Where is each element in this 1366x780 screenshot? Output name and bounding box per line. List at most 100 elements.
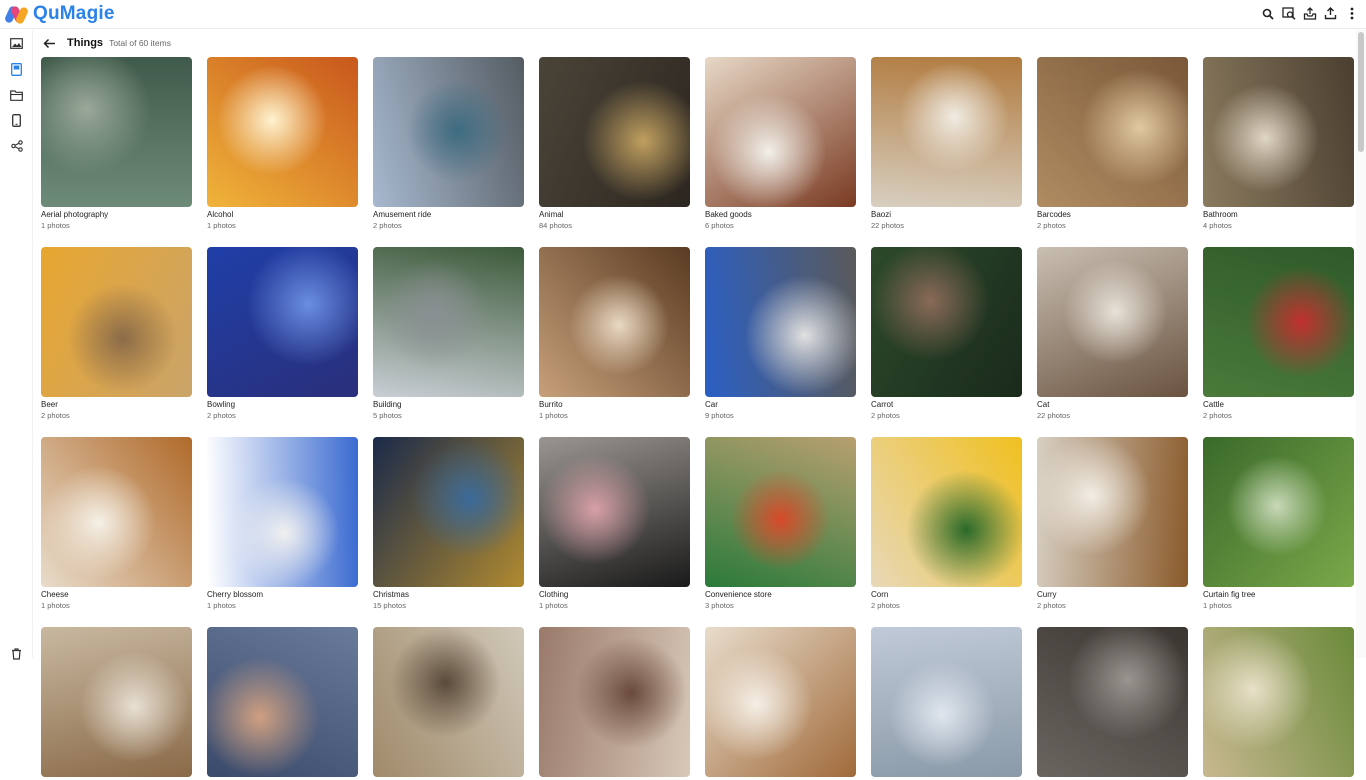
thing-thumbnail[interactable] — [705, 247, 856, 397]
thing-label: Clothing — [539, 590, 569, 599]
thing-tile[interactable]: Cattle 2 photos — [1203, 247, 1354, 420]
thing-tile[interactable]: Curtain fig tree 1 photos — [1203, 437, 1354, 610]
photo-count: 1 photos — [41, 221, 70, 230]
app-logo[interactable]: QuMagie — [3, 3, 115, 25]
thing-thumbnail[interactable] — [373, 437, 524, 587]
photo-count: 2 photos — [207, 411, 236, 420]
share-icon[interactable] — [9, 138, 24, 153]
thing-tile[interactable]: Alcohol 1 photos — [207, 57, 358, 230]
thing-thumbnail[interactable] — [207, 57, 358, 207]
search-icon[interactable] — [1259, 5, 1276, 22]
thing-tile[interactable]: Cheese 1 photos — [41, 437, 192, 610]
thing-label: Bathroom — [1203, 210, 1238, 219]
photo-count: 84 photos — [539, 221, 572, 230]
thing-thumbnail[interactable] — [1203, 437, 1354, 587]
thing-thumbnail[interactable] — [1037, 57, 1188, 207]
back-arrow-icon[interactable] — [41, 35, 57, 51]
photo-count: 5 photos — [373, 411, 402, 420]
image-search-icon[interactable] — [1280, 5, 1297, 22]
thing-thumbnail[interactable] — [373, 247, 524, 397]
albums-icon[interactable] — [9, 62, 24, 77]
thing-thumbnail[interactable] — [1037, 247, 1188, 397]
thing-tile[interactable]: Carrot 2 photos — [871, 247, 1022, 420]
thing-tile[interactable]: Cat 22 photos — [1037, 247, 1188, 420]
thing-tile[interactable]: Amusement ride 2 photos — [373, 57, 524, 230]
thing-tile[interactable]: Barcodes 2 photos — [1037, 57, 1188, 230]
thing-thumbnail[interactable] — [207, 627, 358, 777]
thing-thumbnail[interactable] — [1037, 627, 1188, 777]
thing-thumbnail[interactable] — [373, 57, 524, 207]
photo-count: 1 photos — [41, 601, 70, 610]
thing-tile[interactable]: Beer 2 photos — [41, 247, 192, 420]
photo-count: 1 photos — [207, 221, 236, 230]
photos-icon[interactable] — [9, 36, 24, 51]
thing-thumbnail[interactable] — [539, 57, 690, 207]
thing-tile[interactable] — [705, 627, 856, 780]
page-header: Things Total of 60 items — [41, 34, 171, 52]
thing-tile[interactable]: Aerial photography 1 photos — [41, 57, 192, 230]
thing-thumbnail[interactable] — [41, 247, 192, 397]
mobile-icon[interactable] — [9, 113, 24, 128]
thing-thumbnail[interactable] — [41, 437, 192, 587]
thing-thumbnail[interactable] — [1203, 247, 1354, 397]
photo-count: 3 photos — [705, 601, 734, 610]
thing-tile[interactable]: Convenience store 3 photos — [705, 437, 856, 610]
thing-thumbnail[interactable] — [207, 437, 358, 587]
thing-thumbnail[interactable] — [705, 437, 856, 587]
thing-label: Building — [373, 400, 402, 409]
thing-tile[interactable] — [1203, 627, 1354, 780]
thing-label: Convenience store — [705, 590, 772, 599]
thing-tile[interactable] — [1037, 627, 1188, 780]
scrollbar-thumb[interactable] — [1358, 32, 1364, 152]
scrollbar[interactable] — [1356, 30, 1366, 658]
upload-tray-icon[interactable] — [1301, 5, 1318, 22]
trash-icon[interactable] — [9, 646, 24, 661]
share-upload-icon[interactable] — [1322, 5, 1339, 22]
thing-tile[interactable] — [207, 627, 358, 780]
thing-thumbnail[interactable] — [373, 627, 524, 777]
thing-tile[interactable]: Animal 84 photos — [539, 57, 690, 230]
photo-count: 22 photos — [1037, 411, 1070, 420]
thing-tile[interactable]: Burrito 1 photos — [539, 247, 690, 420]
thing-tile[interactable]: Baked goods 6 photos — [705, 57, 856, 230]
thing-thumbnail[interactable] — [539, 437, 690, 587]
thing-tile[interactable]: Car 9 photos — [705, 247, 856, 420]
photo-count: 1 photos — [207, 601, 236, 610]
top-bar: QuMagie — [0, 0, 1366, 29]
thing-tile[interactable] — [539, 627, 690, 780]
thing-thumbnail[interactable] — [705, 57, 856, 207]
thing-tile[interactable]: Building 5 photos — [373, 247, 524, 420]
photo-count: 15 photos — [373, 601, 406, 610]
thing-thumbnail[interactable] — [539, 627, 690, 777]
thing-thumbnail[interactable] — [705, 627, 856, 777]
thing-thumbnail[interactable] — [41, 57, 192, 207]
thing-label: Car — [705, 400, 718, 409]
thing-thumbnail[interactable] — [539, 247, 690, 397]
thing-tile[interactable]: Baozi 22 photos — [871, 57, 1022, 230]
thing-tile[interactable]: Curry 2 photos — [1037, 437, 1188, 610]
item-total: Total of 60 items — [109, 38, 171, 48]
thing-thumbnail[interactable] — [871, 437, 1022, 587]
more-vert-icon[interactable] — [1343, 5, 1360, 22]
thing-tile[interactable]: Bathroom 4 photos — [1203, 57, 1354, 230]
thing-label: Corn — [871, 590, 889, 599]
thing-label: Alcohol — [207, 210, 234, 219]
thing-thumbnail[interactable] — [1037, 437, 1188, 587]
photo-count: 2 photos — [41, 411, 70, 420]
thing-tile[interactable]: Christmas 15 photos — [373, 437, 524, 610]
thing-tile[interactable]: Cherry blossom 1 photos — [207, 437, 358, 610]
thing-tile[interactable]: Bowling 2 photos — [207, 247, 358, 420]
thing-tile[interactable]: Corn 2 photos — [871, 437, 1022, 610]
thing-thumbnail[interactable] — [1203, 57, 1354, 207]
folders-icon[interactable] — [9, 88, 24, 103]
thing-tile[interactable] — [41, 627, 192, 780]
thing-thumbnail[interactable] — [207, 247, 358, 397]
thing-thumbnail[interactable] — [1203, 627, 1354, 777]
thing-thumbnail[interactable] — [871, 627, 1022, 777]
thing-thumbnail[interactable] — [871, 57, 1022, 207]
thing-tile[interactable] — [871, 627, 1022, 780]
thing-tile[interactable]: Clothing 1 photos — [539, 437, 690, 610]
thing-thumbnail[interactable] — [41, 627, 192, 777]
thing-tile[interactable] — [373, 627, 524, 780]
thing-thumbnail[interactable] — [871, 247, 1022, 397]
